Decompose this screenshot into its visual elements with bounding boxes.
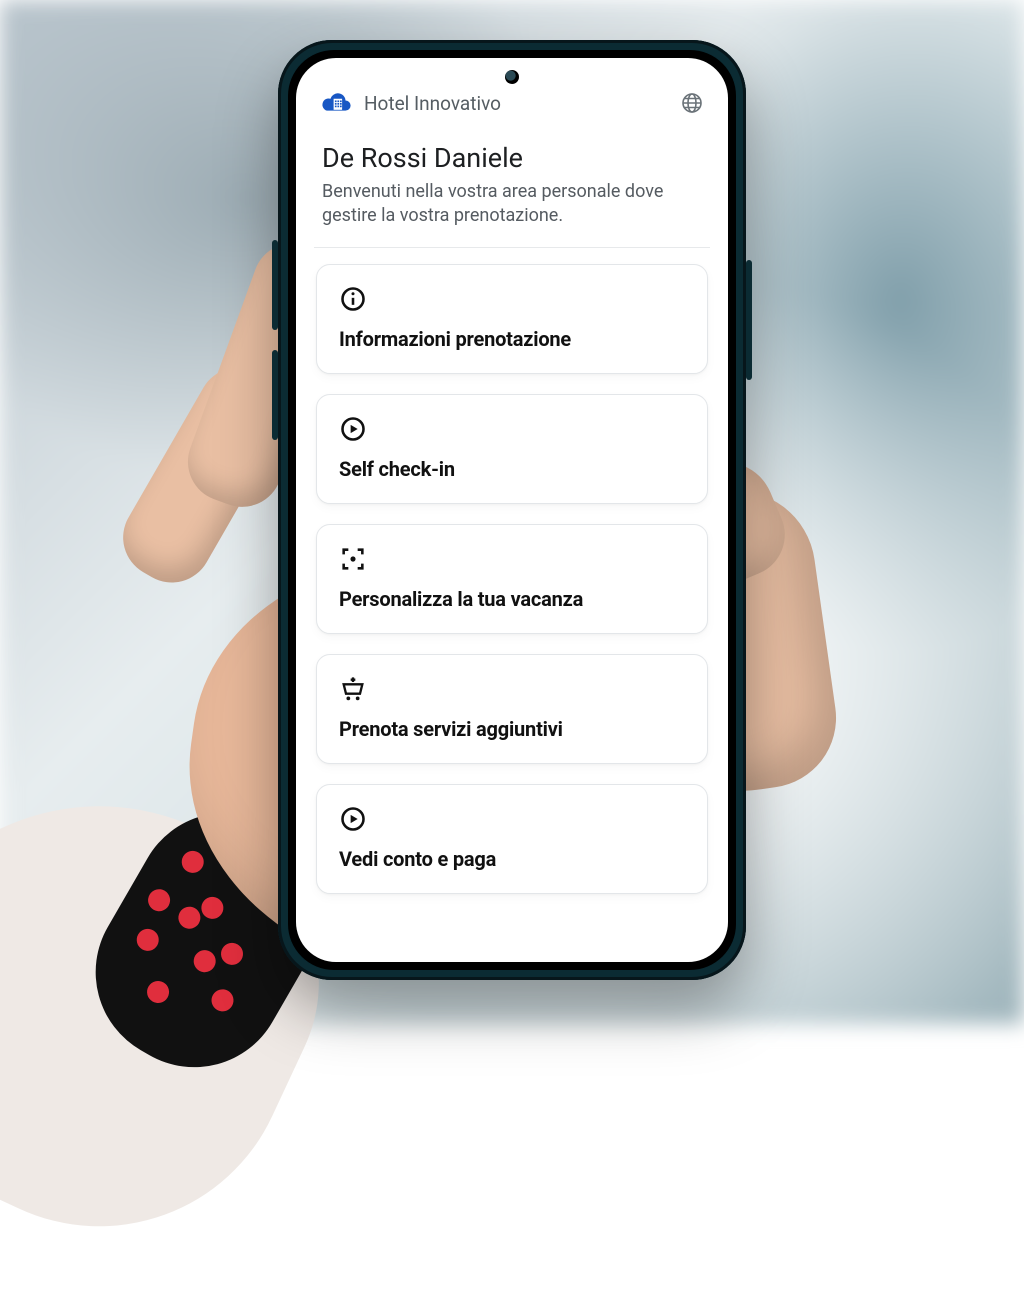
- card-self-checkin[interactable]: Self check-in: [316, 394, 708, 504]
- info-icon: [339, 285, 367, 313]
- card-list: Informazioni prenotazione Self check-in: [314, 264, 710, 894]
- play-circle-icon: [339, 805, 367, 833]
- welcome-text: Benvenuti nella vostra area personale do…: [322, 180, 702, 229]
- phone-screen: Hotel Innovativo De Rossi Daniele Benven…: [296, 58, 728, 962]
- cloud-building-icon: [320, 90, 354, 116]
- card-bill-pay[interactable]: Vedi conto e paga: [316, 784, 708, 894]
- play-circle-icon: [339, 415, 367, 443]
- top-bar: Hotel Innovativo: [314, 88, 710, 126]
- front-camera: [505, 70, 519, 84]
- hero-section: De Rossi Daniele Benvenuti nella vostra …: [314, 126, 710, 248]
- center-focus-icon: [339, 545, 367, 573]
- add-cart-icon: [339, 675, 367, 703]
- phone-frame: Hotel Innovativo De Rossi Daniele Benven…: [278, 40, 746, 980]
- card-extra-services[interactable]: Prenota servizi aggiuntivi: [316, 654, 708, 764]
- card-title: Personalizza la tua vacanza: [339, 587, 685, 611]
- card-booking-info[interactable]: Informazioni prenotazione: [316, 264, 708, 374]
- globe-icon[interactable]: [680, 91, 704, 115]
- card-personalize[interactable]: Personalizza la tua vacanza: [316, 524, 708, 634]
- app-root: Hotel Innovativo De Rossi Daniele Benven…: [296, 58, 728, 962]
- brand-title: Hotel Innovativo: [364, 92, 670, 115]
- card-title: Self check-in: [339, 457, 685, 481]
- card-title: Prenota servizi aggiuntivi: [339, 717, 685, 741]
- card-title: Vedi conto e paga: [339, 847, 685, 871]
- card-title: Informazioni prenotazione: [339, 327, 685, 351]
- user-name: De Rossi Daniele: [322, 142, 702, 174]
